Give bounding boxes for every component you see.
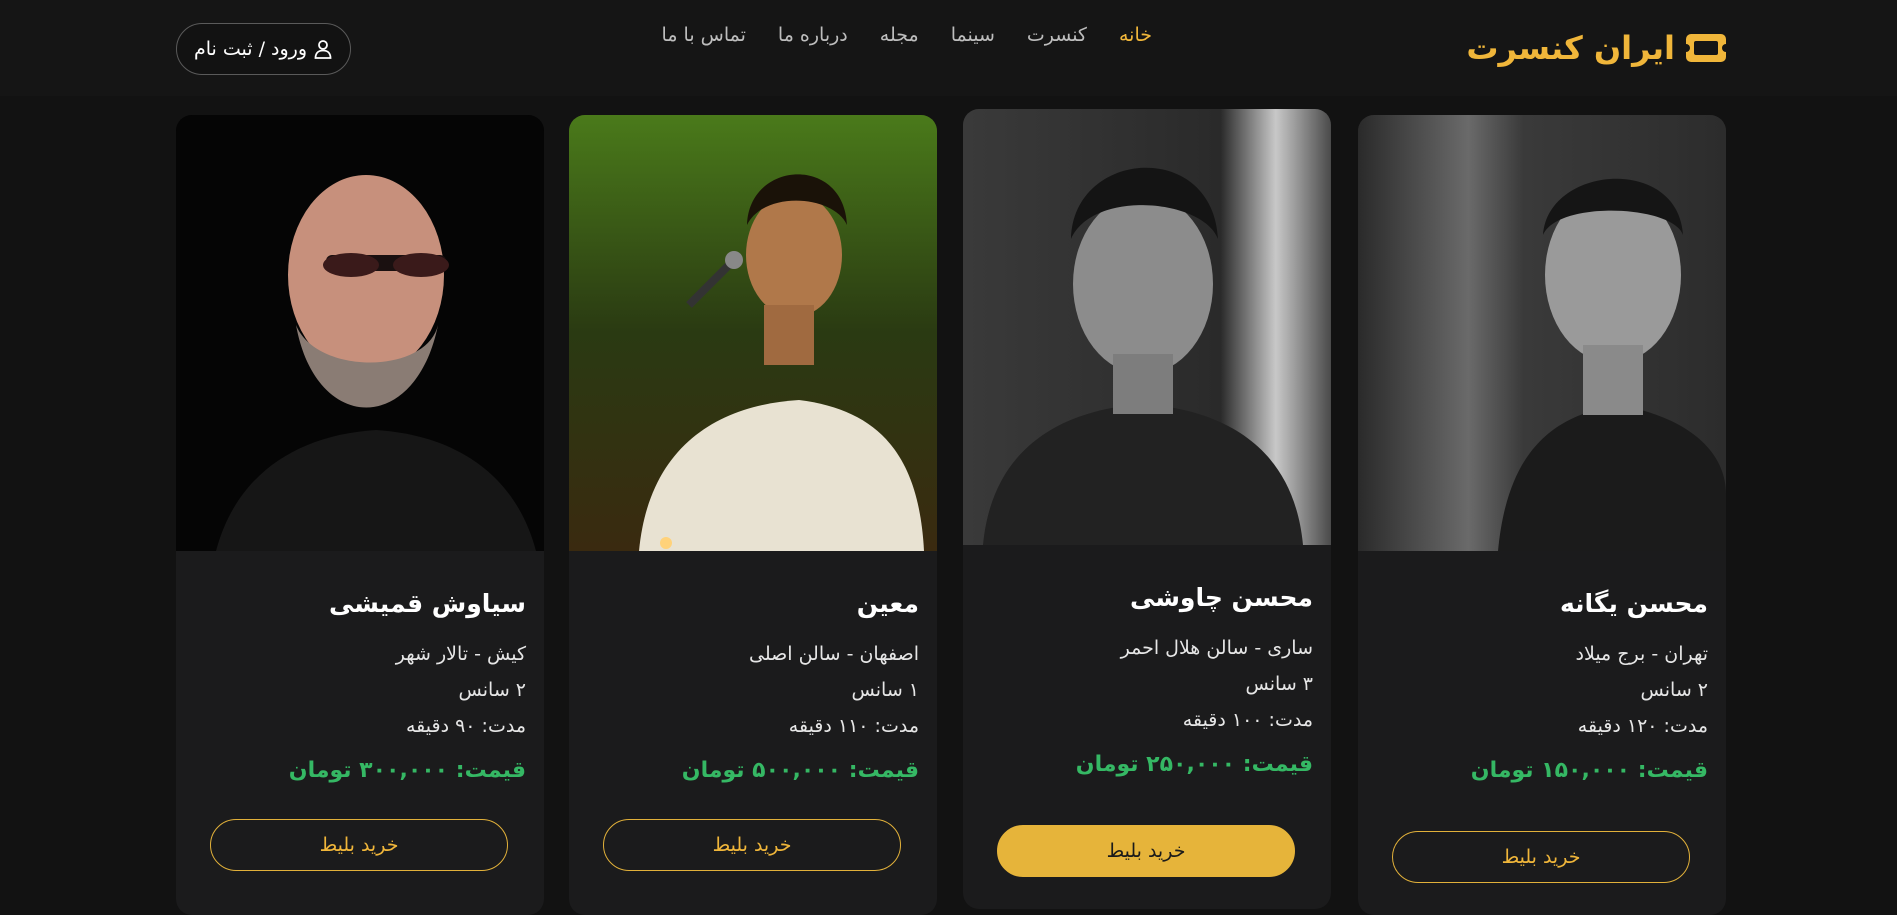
- artist-photo-image: [569, 115, 937, 551]
- artist-name: معین: [856, 589, 919, 618]
- card-body: سیاوش قمیشی کیش - تالار شهر ۲ سانس مدت: …: [176, 591, 544, 782]
- artist-photo: [1358, 115, 1726, 551]
- sessions: ۱ سانس: [851, 679, 919, 701]
- venue: کیش - تالار شهر: [395, 643, 526, 665]
- venue: اصفهان - سالن اصلی: [749, 643, 919, 665]
- venue: تهران - برج میلاد: [1575, 643, 1708, 665]
- nav-item-concert[interactable]: کنسرت: [1027, 24, 1087, 46]
- artist-photo-image: [1358, 115, 1726, 551]
- concert-card: محسن یگانه تهران - برج میلاد ۲ سانس مدت:…: [1358, 115, 1726, 915]
- artist-name: سیاوش قمیشی: [329, 589, 526, 618]
- card-body: محسن چاوشی ساری - سالن هلال احمر ۳ سانس …: [963, 585, 1331, 776]
- buy-ticket-button[interactable]: خرید بلیط: [1392, 831, 1690, 883]
- price: قیمت: ۳۰۰,۰۰۰ تومان: [288, 758, 526, 783]
- artist-photo-image: [176, 115, 544, 551]
- ticket-icon: [1685, 34, 1727, 62]
- artist-name: محسن یگانه: [1560, 589, 1708, 618]
- artist-photo: [963, 109, 1331, 545]
- artist-name: محسن چاوشی: [1130, 583, 1313, 612]
- login-button[interactable]: ورود / ثبت نام: [176, 23, 351, 75]
- nav-item-contact[interactable]: تماس با ما: [662, 24, 746, 46]
- sessions: ۲ سانس: [458, 679, 526, 701]
- artist-photo: [176, 115, 544, 551]
- duration: مدت: ۱۲۰ دقیقه: [1577, 715, 1708, 737]
- main-nav: خانه کنسرت سینما مجله درباره ما تماس با …: [662, 24, 1152, 46]
- venue: ساری - سالن هلال احمر: [1120, 637, 1313, 659]
- login-label: ورود / ثبت نام: [193, 38, 308, 60]
- nav-item-home[interactable]: خانه: [1119, 24, 1152, 46]
- duration: مدت: ۱۰۰ دقیقه: [1182, 709, 1313, 731]
- buy-ticket-button[interactable]: خرید بلیط: [210, 819, 508, 871]
- artist-photo: [569, 115, 937, 551]
- buy-ticket-button[interactable]: خرید بلیط: [997, 825, 1295, 877]
- site-header: ایران کنسرت خانه کنسرت سینما مجله درباره…: [0, 0, 1897, 96]
- card-body: معین اصفهان - سالن اصلی ۱ سانس مدت: ۱۱۰ …: [569, 591, 937, 782]
- nav-item-magazine[interactable]: مجله: [880, 24, 919, 46]
- price: قیمت: ۲۵۰,۰۰۰ تومان: [1075, 752, 1313, 777]
- nav-item-about[interactable]: درباره ما: [778, 24, 848, 46]
- nav-item-cinema[interactable]: سینما: [951, 24, 995, 46]
- user-icon: [314, 40, 332, 59]
- duration: مدت: ۱۱۰ دقیقه: [788, 715, 919, 737]
- artist-photo-image: [963, 109, 1331, 545]
- concert-card: معین اصفهان - سالن اصلی ۱ سانس مدت: ۱۱۰ …: [569, 115, 937, 915]
- buy-ticket-button[interactable]: خرید بلیط: [603, 819, 901, 871]
- sessions: ۳ سانس: [1245, 673, 1313, 695]
- sessions: ۲ سانس: [1640, 679, 1708, 701]
- price: قیمت: ۱۵۰,۰۰۰ تومان: [1470, 758, 1708, 783]
- concert-card: محسن چاوشی ساری - سالن هلال احمر ۳ سانس …: [963, 109, 1331, 909]
- price: قیمت: ۵۰۰,۰۰۰ تومان: [681, 758, 919, 783]
- brand-name: ایران کنسرت: [1466, 29, 1675, 67]
- card-body: محسن یگانه تهران - برج میلاد ۲ سانس مدت:…: [1358, 591, 1726, 782]
- concert-card: سیاوش قمیشی کیش - تالار شهر ۲ سانس مدت: …: [176, 115, 544, 915]
- duration: مدت: ۹۰ دقیقه: [405, 715, 526, 737]
- brand-logo[interactable]: ایران کنسرت: [1466, 26, 1727, 70]
